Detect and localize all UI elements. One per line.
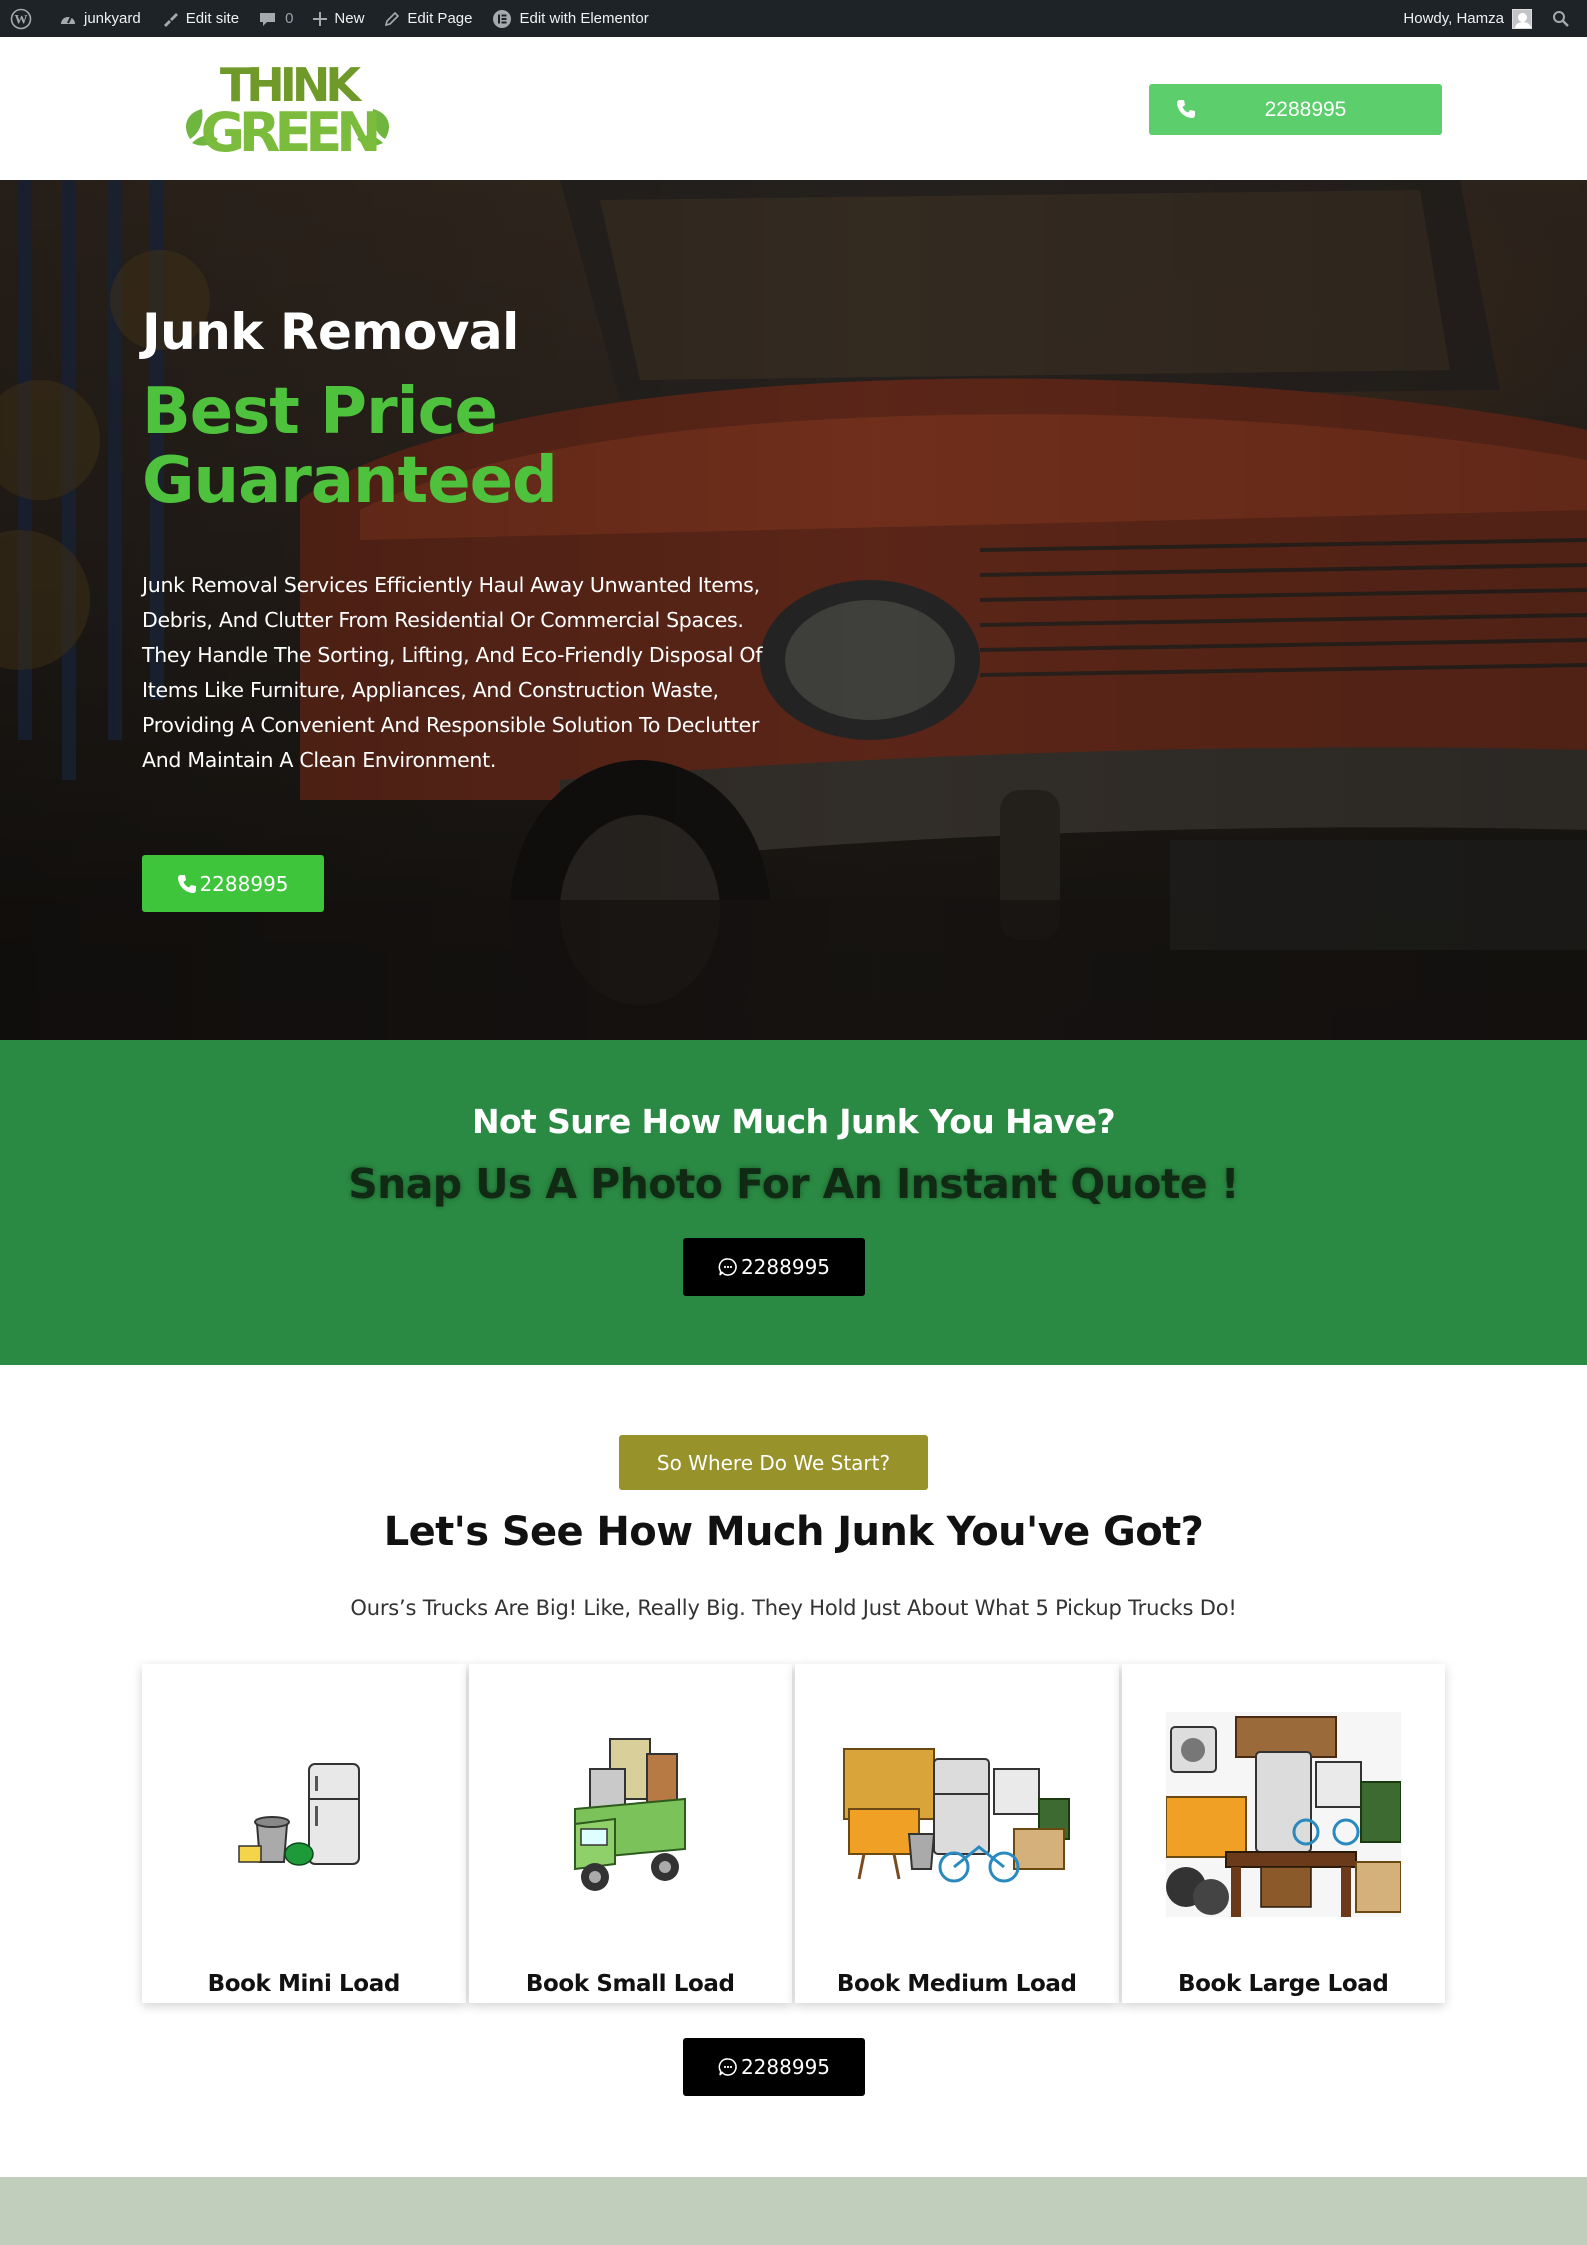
card-label: Book Large Load [1178, 1971, 1389, 1997]
new-label: New [334, 10, 365, 27]
comments-link[interactable]: 0 [249, 0, 303, 37]
comment-icon [260, 12, 276, 26]
new-content-link[interactable]: New [303, 0, 374, 37]
avatar [1512, 8, 1532, 29]
comments-count: 0 [285, 10, 294, 27]
hero-call-number: 2288995 [199, 871, 289, 896]
loads-whatsapp-button[interactable]: 2288995 [683, 2038, 865, 2096]
whatsapp-icon [718, 2058, 737, 2076]
card-label: Book Medium Load [836, 1971, 1077, 1997]
hero-title: Junk Removal [142, 303, 519, 361]
header-call-button[interactable]: 2288995 [1149, 84, 1442, 135]
quote-whatsapp-button[interactable]: 2288995 [683, 1238, 865, 1296]
dashboard-icon [61, 16, 75, 24]
footer-band [0, 2177, 1587, 2245]
plus-icon [313, 11, 328, 26]
card-label: Book Mini Load [207, 1971, 401, 1997]
card-mini-load[interactable]: Book Mini Load [142, 1664, 466, 2003]
hero-section: Junk Removal Best Price Guaranteed Junk … [0, 180, 1587, 1040]
page: W junkyard Edit site 0 New Edit Page Edi… [0, 0, 1587, 2245]
hero-subtitle-line2: Guaranteed [142, 444, 558, 518]
site-name: junkyard [84, 10, 141, 27]
whatsapp-icon [718, 1258, 737, 1276]
admin-search-button[interactable] [1542, 0, 1587, 37]
edit-page-label: Edit Page [407, 10, 473, 27]
admin-site-link[interactable]: junkyard [49, 0, 151, 37]
svg-text:W: W [15, 11, 28, 26]
card-medium-load[interactable]: Book Medium Load [795, 1664, 1119, 2003]
quote-band: Not Sure How Much Junk You Have? Snap Us… [0, 1040, 1587, 1365]
loads-button-number: 2288995 [740, 2055, 831, 2079]
medium-load-image [795, 1704, 1119, 1924]
hero-subtitle: Best Price Guaranteed [142, 378, 842, 516]
load-cards: Book Mini Load Book Small Load Book Medi… [142, 1664, 1445, 2003]
start-pill-button[interactable]: So Where Do We Start? [619, 1435, 928, 1490]
svg-text:GREEN: GREEN [201, 101, 378, 157]
mini-load-image [142, 1704, 466, 1924]
phone-icon [178, 874, 197, 893]
card-label: Book Small Load [525, 1971, 735, 1997]
hero-call-button[interactable]: 2288995 [142, 855, 324, 912]
elementor-icon [493, 9, 512, 28]
card-small-load[interactable]: Book Small Load [468, 1664, 793, 2003]
brush-icon [163, 12, 178, 27]
loads-subtitle: Ours’s Trucks Are Big! Like, Really Big.… [350, 1596, 1237, 1620]
site-logo[interactable]: THINK GREEN [180, 57, 395, 164]
card-large-load[interactable]: Book Large Load [1121, 1664, 1446, 2003]
wordpress-logo-icon[interactable]: W [0, 0, 49, 37]
edit-elementor-link[interactable]: Edit with Elementor [482, 0, 658, 37]
pencil-icon [385, 11, 400, 26]
small-load-image [469, 1704, 793, 1924]
edit-site-label: Edit site [185, 10, 240, 27]
edit-site-link[interactable]: Edit site [151, 0, 249, 37]
my-account-link[interactable]: Howdy, Hamza [1393, 0, 1542, 37]
quote-subheading: Snap Us A Photo For An Instant Quote ! [348, 1160, 1239, 1208]
large-load-image [1122, 1704, 1446, 1924]
howdy-text: Howdy, Hamza [1403, 10, 1504, 27]
edit-elementor-label: Edit with Elementor [519, 10, 649, 27]
edit-page-link[interactable]: Edit Page [374, 0, 482, 37]
hero-subtitle-line1: Best Price [142, 375, 498, 449]
loads-title: Let's See How Much Junk You've Got? [383, 1509, 1204, 1555]
site-header: THINK GREEN 2288995 [0, 37, 1587, 180]
quote-heading: Not Sure How Much Junk You Have? [471, 1102, 1116, 1141]
hero-description: Junk Removal Services Efficiently Haul A… [142, 573, 763, 772]
search-icon [1553, 10, 1569, 27]
wp-admin-bar: W junkyard Edit site 0 New Edit Page Edi… [0, 0, 1587, 37]
quote-button-number: 2288995 [740, 1255, 831, 1279]
header-call-number: 2288995 [1264, 97, 1347, 121]
